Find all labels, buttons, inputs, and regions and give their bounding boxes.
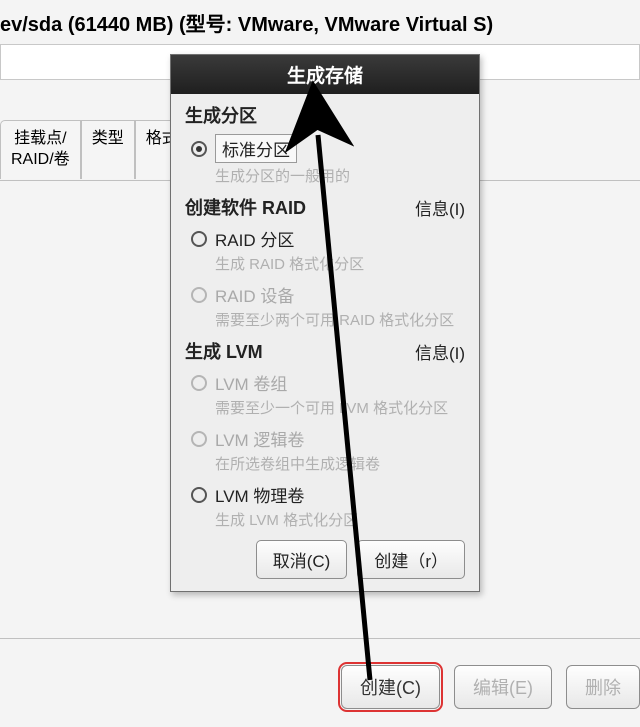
info-link-raid[interactable]: 信息(I) bbox=[415, 195, 465, 220]
section-create-lvm: 生成 LVM bbox=[185, 338, 263, 364]
radio-label: LVM 逻辑卷 bbox=[215, 426, 304, 451]
divider bbox=[0, 638, 640, 639]
radio-desc-raid-part: 生成 RAID 格式化分区 bbox=[215, 253, 465, 274]
window-title: ev/sda (61440 MB) (型号: VMware, VMware Vi… bbox=[0, 0, 640, 47]
radio-icon bbox=[191, 287, 207, 303]
radio-lvm-lv: LVM 逻辑卷 bbox=[191, 426, 465, 451]
radio-desc-raid-dev: 需要至少两个可用 RAID 格式化分区 bbox=[215, 309, 465, 330]
tab-type[interactable]: 类型 bbox=[81, 120, 135, 179]
radio-desc-lvm-pv: 生成 LVM 格式化分区 bbox=[215, 509, 465, 530]
radio-raid-partition[interactable]: RAID 分区 bbox=[191, 226, 465, 251]
create-storage-dialog: 生成存储 生成分区 标准分区 生成分区的一般用的 创建软件 RAID 信息(I)… bbox=[170, 54, 480, 592]
radio-label: LVM 卷组 bbox=[215, 370, 287, 395]
radio-label: RAID 分区 bbox=[215, 226, 294, 251]
radio-lvm-vg: LVM 卷组 bbox=[191, 370, 465, 395]
radio-lvm-pv[interactable]: LVM 物理卷 bbox=[191, 482, 465, 507]
edit-button[interactable]: 编辑(E) bbox=[454, 665, 552, 709]
section-create-raid: 创建软件 RAID bbox=[185, 194, 306, 220]
tab-mount-raid[interactable]: 挂载点/ RAID/卷 bbox=[0, 120, 81, 179]
radio-desc-lvm-lv: 在所选卷组中生成逻辑卷 bbox=[215, 453, 465, 474]
radio-icon bbox=[191, 375, 207, 391]
disk-partition-window: ev/sda (61440 MB) (型号: VMware, VMware Vi… bbox=[0, 0, 640, 727]
dialog-cancel-button[interactable]: 取消(C) bbox=[256, 540, 348, 579]
dialog-title: 生成存储 bbox=[171, 55, 479, 94]
radio-desc-standard: 生成分区的一般用的 bbox=[215, 165, 465, 186]
bottom-button-bar: 创建(C) 编辑(E) 删除 bbox=[341, 665, 640, 709]
radio-desc-lvm-vg: 需要至少一个可用 LVM 格式化分区 bbox=[215, 397, 465, 418]
radio-standard-partition[interactable]: 标准分区 bbox=[191, 134, 465, 163]
section-create-partition: 生成分区 bbox=[185, 102, 465, 128]
radio-raid-device: RAID 设备 bbox=[191, 282, 465, 307]
info-link-lvm[interactable]: 信息(I) bbox=[415, 339, 465, 364]
radio-icon bbox=[191, 487, 207, 503]
radio-label: RAID 设备 bbox=[215, 282, 294, 307]
column-tabs: 挂载点/ RAID/卷 类型 格式 bbox=[0, 120, 189, 179]
radio-icon bbox=[191, 141, 207, 157]
radio-icon bbox=[191, 431, 207, 447]
radio-label: LVM 物理卷 bbox=[215, 482, 304, 507]
delete-button[interactable]: 删除 bbox=[566, 665, 640, 709]
dialog-create-button[interactable]: 创建（r） bbox=[357, 540, 465, 579]
radio-label: 标准分区 bbox=[215, 134, 297, 163]
create-button[interactable]: 创建(C) bbox=[341, 665, 440, 709]
radio-icon bbox=[191, 231, 207, 247]
